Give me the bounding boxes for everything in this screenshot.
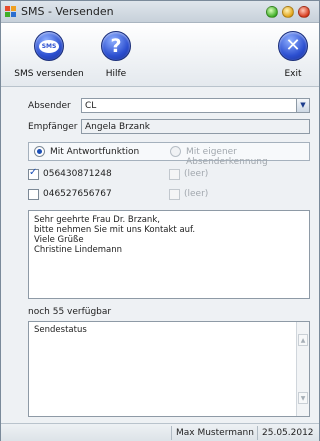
reply-option-group: Mit Antwortfunktion Mit eigener Absender… xyxy=(28,142,310,167)
window-title: SMS - Versenden xyxy=(21,5,114,18)
radio-reply-function[interactable] xyxy=(34,146,45,157)
send-status-box: Sendestatus ▲ ▼ xyxy=(28,321,310,417)
radio-own-sender-id-label: Mit eigener Absenderkennung xyxy=(186,147,268,167)
minimize-button[interactable] xyxy=(266,6,278,18)
help-button[interactable]: ? Hilfe xyxy=(96,31,136,79)
sender-dropdown[interactable]: CL ▼ xyxy=(81,98,310,113)
scroll-up-icon[interactable]: ▲ xyxy=(298,334,308,346)
sender-label: Absender xyxy=(28,101,71,111)
help-label: Hilfe xyxy=(105,69,127,79)
radio-own-sender-id[interactable] xyxy=(170,146,181,157)
title-bar[interactable]: SMS - Versenden xyxy=(1,1,319,23)
number-label-1: 056430871248 xyxy=(43,169,112,179)
scroll-down-icon[interactable]: ▼ xyxy=(298,392,308,404)
message-line: Viele Grüße xyxy=(34,235,84,245)
sender-value: CL xyxy=(85,101,97,111)
toolbar: SMS SMS versenden ? Hilfe ✕ Exit xyxy=(1,23,319,87)
exit-label: Exit xyxy=(284,69,302,79)
sms-window: SMS - Versenden SMS SMS versenden ? Hilf… xyxy=(0,0,320,441)
sms-app-icon xyxy=(5,6,17,18)
maximize-button[interactable] xyxy=(282,6,294,18)
close-window-button[interactable] xyxy=(298,6,310,18)
help-icon: ? xyxy=(101,31,131,61)
recipient-value: Angela Brzank xyxy=(85,122,151,132)
number-checkbox-2[interactable] xyxy=(28,189,39,200)
number-label-4: (leer) xyxy=(184,189,209,199)
number-checkbox-4[interactable] xyxy=(169,189,180,200)
message-line: bitte nehmen Sie mit uns Kontakt auf. xyxy=(34,225,196,235)
number-checkbox-3[interactable] xyxy=(169,169,180,180)
send-sms-button[interactable]: SMS SMS versenden xyxy=(9,31,89,79)
recipient-label: Empfänger xyxy=(28,122,78,132)
remaining-characters: noch 55 verfügbar xyxy=(28,307,112,317)
send-status-label: Sendestatus xyxy=(34,325,87,335)
radio-reply-function-label: Mit Antwortfunktion xyxy=(50,147,140,157)
chevron-down-icon[interactable]: ▼ xyxy=(296,99,309,112)
number-checkbox-1[interactable] xyxy=(28,167,39,180)
number-label-2: 046527656767 xyxy=(43,189,112,199)
recipient-field: Angela Brzank xyxy=(81,119,310,134)
sms-icon: SMS xyxy=(34,31,64,61)
exit-button[interactable]: ✕ Exit xyxy=(273,31,313,79)
status-bar: Max Mustermann 25.05.2012 xyxy=(1,423,319,441)
number-label-3: (leer) xyxy=(184,169,209,179)
send-sms-label: SMS versenden xyxy=(14,69,84,79)
message-textarea[interactable]: Sehr geehrte Frau Dr. Brzank, bitte nehm… xyxy=(28,210,310,299)
send-status-scrollbar[interactable]: ▲ ▼ xyxy=(296,322,309,416)
message-line: Christine Lindemann xyxy=(34,245,122,255)
status-user: Max Mustermann xyxy=(171,426,257,440)
status-date: 25.05.2012 xyxy=(257,426,319,440)
message-line: Sehr geehrte Frau Dr. Brzank, xyxy=(34,215,160,225)
close-icon: ✕ xyxy=(278,31,308,61)
